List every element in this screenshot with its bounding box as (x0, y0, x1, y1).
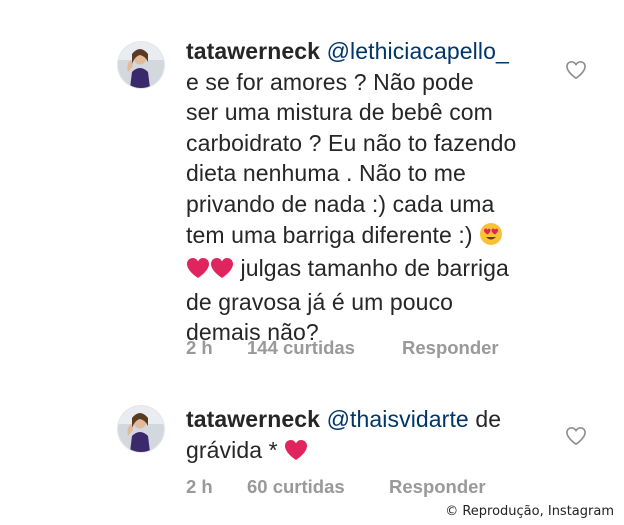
comment-time: 2 h (186, 337, 213, 358)
heart-outline-icon[interactable] (565, 426, 587, 446)
comment-likes[interactable]: 144 curtidas (247, 337, 402, 359)
red-heart-emoji (186, 256, 210, 287)
red-heart-emoji (210, 256, 234, 287)
reply-button[interactable]: Responder (402, 337, 499, 358)
comment-text: tatawerneck @lethiciacapello_ e se for a… (186, 36, 546, 348)
comment-line: grávida * (186, 436, 278, 463)
comment-line: e se for amores ? Não pode (186, 68, 474, 95)
reply-button[interactable]: Responder (389, 476, 486, 497)
comment-text: tatawerneck @thaisvidarte de grávida * (186, 404, 546, 468)
comment-mention[interactable]: @thaisvidarte (327, 406, 469, 432)
heart-eyes-emoji (479, 222, 503, 254)
comment-line: de (475, 406, 502, 432)
comment-line: de gravosa já é um pouco (186, 288, 454, 315)
image-credit: © Reprodução, Instagram (445, 504, 614, 519)
comment-line: julgas tamanho de barriga (240, 255, 509, 282)
comment-line: carboidrato ? Eu não to fazendo (186, 129, 517, 156)
comment-username[interactable]: tatawerneck (186, 38, 320, 64)
comment-line: ser uma mistura de bebê com (186, 99, 493, 126)
comment-meta: 2 h 60 curtidas Responder (186, 476, 486, 498)
heart-outline-icon[interactable] (565, 60, 587, 80)
comment-username[interactable]: tatawerneck (186, 406, 320, 432)
red-heart-emoji (284, 438, 308, 469)
comment-time: 2 h (186, 476, 213, 497)
comment-line: privando de nada :) cada uma (186, 190, 495, 217)
avatar[interactable] (118, 42, 164, 88)
comment-line: tem uma barriga diferente :) (186, 221, 473, 248)
comment-line: dieta nenhuma . Não to me (186, 160, 466, 187)
avatar[interactable] (118, 406, 164, 452)
comment-meta: 2 h 144 curtidas Responder (186, 337, 499, 359)
comment-likes[interactable]: 60 curtidas (247, 476, 389, 498)
comment-mention[interactable]: @lethiciacapello_ (327, 38, 509, 64)
